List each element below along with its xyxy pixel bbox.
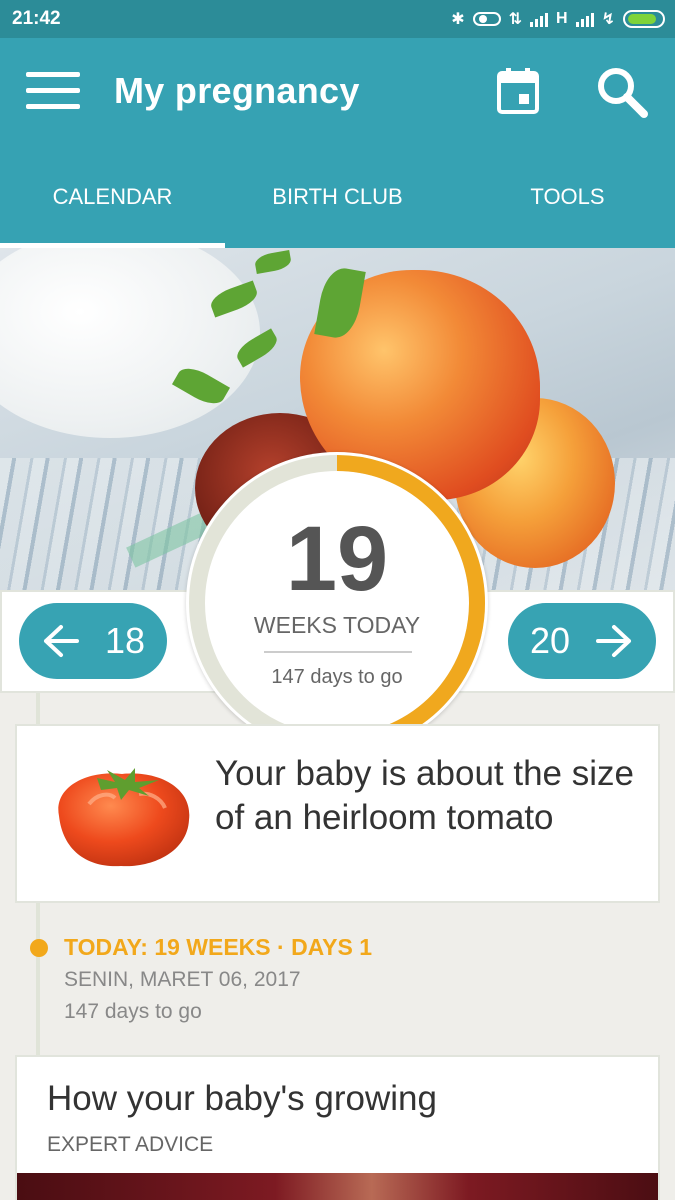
prev-week-button[interactable]: 18 bbox=[19, 603, 167, 679]
baby-size-text: Your baby is about the size of an heirlo… bbox=[215, 754, 634, 837]
next-week-label: 20 bbox=[529, 620, 571, 661]
heirloom-tomato-icon bbox=[58, 768, 190, 867]
today-days-to-go: 147 days to go bbox=[64, 1000, 202, 1023]
prev-week-label: 18 bbox=[104, 620, 146, 661]
article-title: How your baby's growing bbox=[47, 1079, 437, 1118]
status-time: 21:42 bbox=[12, 8, 61, 29]
article-card[interactable]: How your baby's growing EXPERT ADVICE bbox=[15, 1055, 660, 1200]
today-date: SENIN, MARET 06, 2017 bbox=[64, 968, 301, 991]
bluetooth-icon: ✱ bbox=[451, 11, 465, 28]
today-title: TODAY: 19 WEEKS · DAYS 1 bbox=[64, 934, 373, 960]
battery-icon bbox=[623, 10, 665, 28]
basil-leaf bbox=[253, 250, 293, 274]
tab-calendar[interactable]: CALENDAR bbox=[0, 184, 225, 210]
arrow-right-icon bbox=[596, 625, 632, 657]
dial-divider bbox=[264, 651, 412, 653]
timeline-dot bbox=[30, 939, 48, 957]
tab-tools[interactable]: TOOLS bbox=[455, 184, 675, 210]
tab-birth-club[interactable]: BIRTH CLUB bbox=[225, 184, 450, 210]
weeks-today-label: WEEKS TODAY bbox=[253, 612, 421, 638]
network-type-label: H bbox=[556, 10, 568, 27]
baby-size-card[interactable]: Your baby is about the size of an heirlo… bbox=[15, 724, 660, 903]
data-transfer-icon: ⇅ bbox=[508, 11, 523, 28]
signal-icon-2 bbox=[575, 11, 594, 27]
timeline-line bbox=[36, 693, 40, 724]
arrow-left-icon bbox=[43, 625, 79, 657]
days-to-go: 147 days to go bbox=[271, 666, 403, 688]
status-bar: 21:42 ✱ ⇅ H ↯ bbox=[0, 0, 675, 38]
cloth-shape bbox=[0, 248, 260, 438]
app-bar: My pregnancy CALENDAR BIRTH CLUB TOOLS bbox=[0, 38, 675, 248]
timeline-line bbox=[36, 903, 40, 1055]
calendar-icon[interactable] bbox=[497, 68, 539, 114]
article-image bbox=[17, 1173, 658, 1200]
week-number: 19 bbox=[285, 508, 389, 610]
signal-icon bbox=[530, 11, 549, 27]
next-week-button[interactable]: 20 bbox=[508, 603, 656, 679]
status-icons: ✱ ⇅ H ↯ bbox=[451, 7, 665, 31]
toggle-icon bbox=[472, 12, 501, 26]
charging-icon: ↯ bbox=[601, 11, 615, 28]
app-title: My pregnancy bbox=[114, 70, 360, 111]
article-category: EXPERT ADVICE bbox=[47, 1133, 214, 1156]
search-icon[interactable] bbox=[596, 66, 648, 118]
hamburger-menu-icon[interactable] bbox=[26, 70, 80, 110]
progress-dial: 19 WEEKS TODAY 147 days to go bbox=[186, 452, 488, 754]
